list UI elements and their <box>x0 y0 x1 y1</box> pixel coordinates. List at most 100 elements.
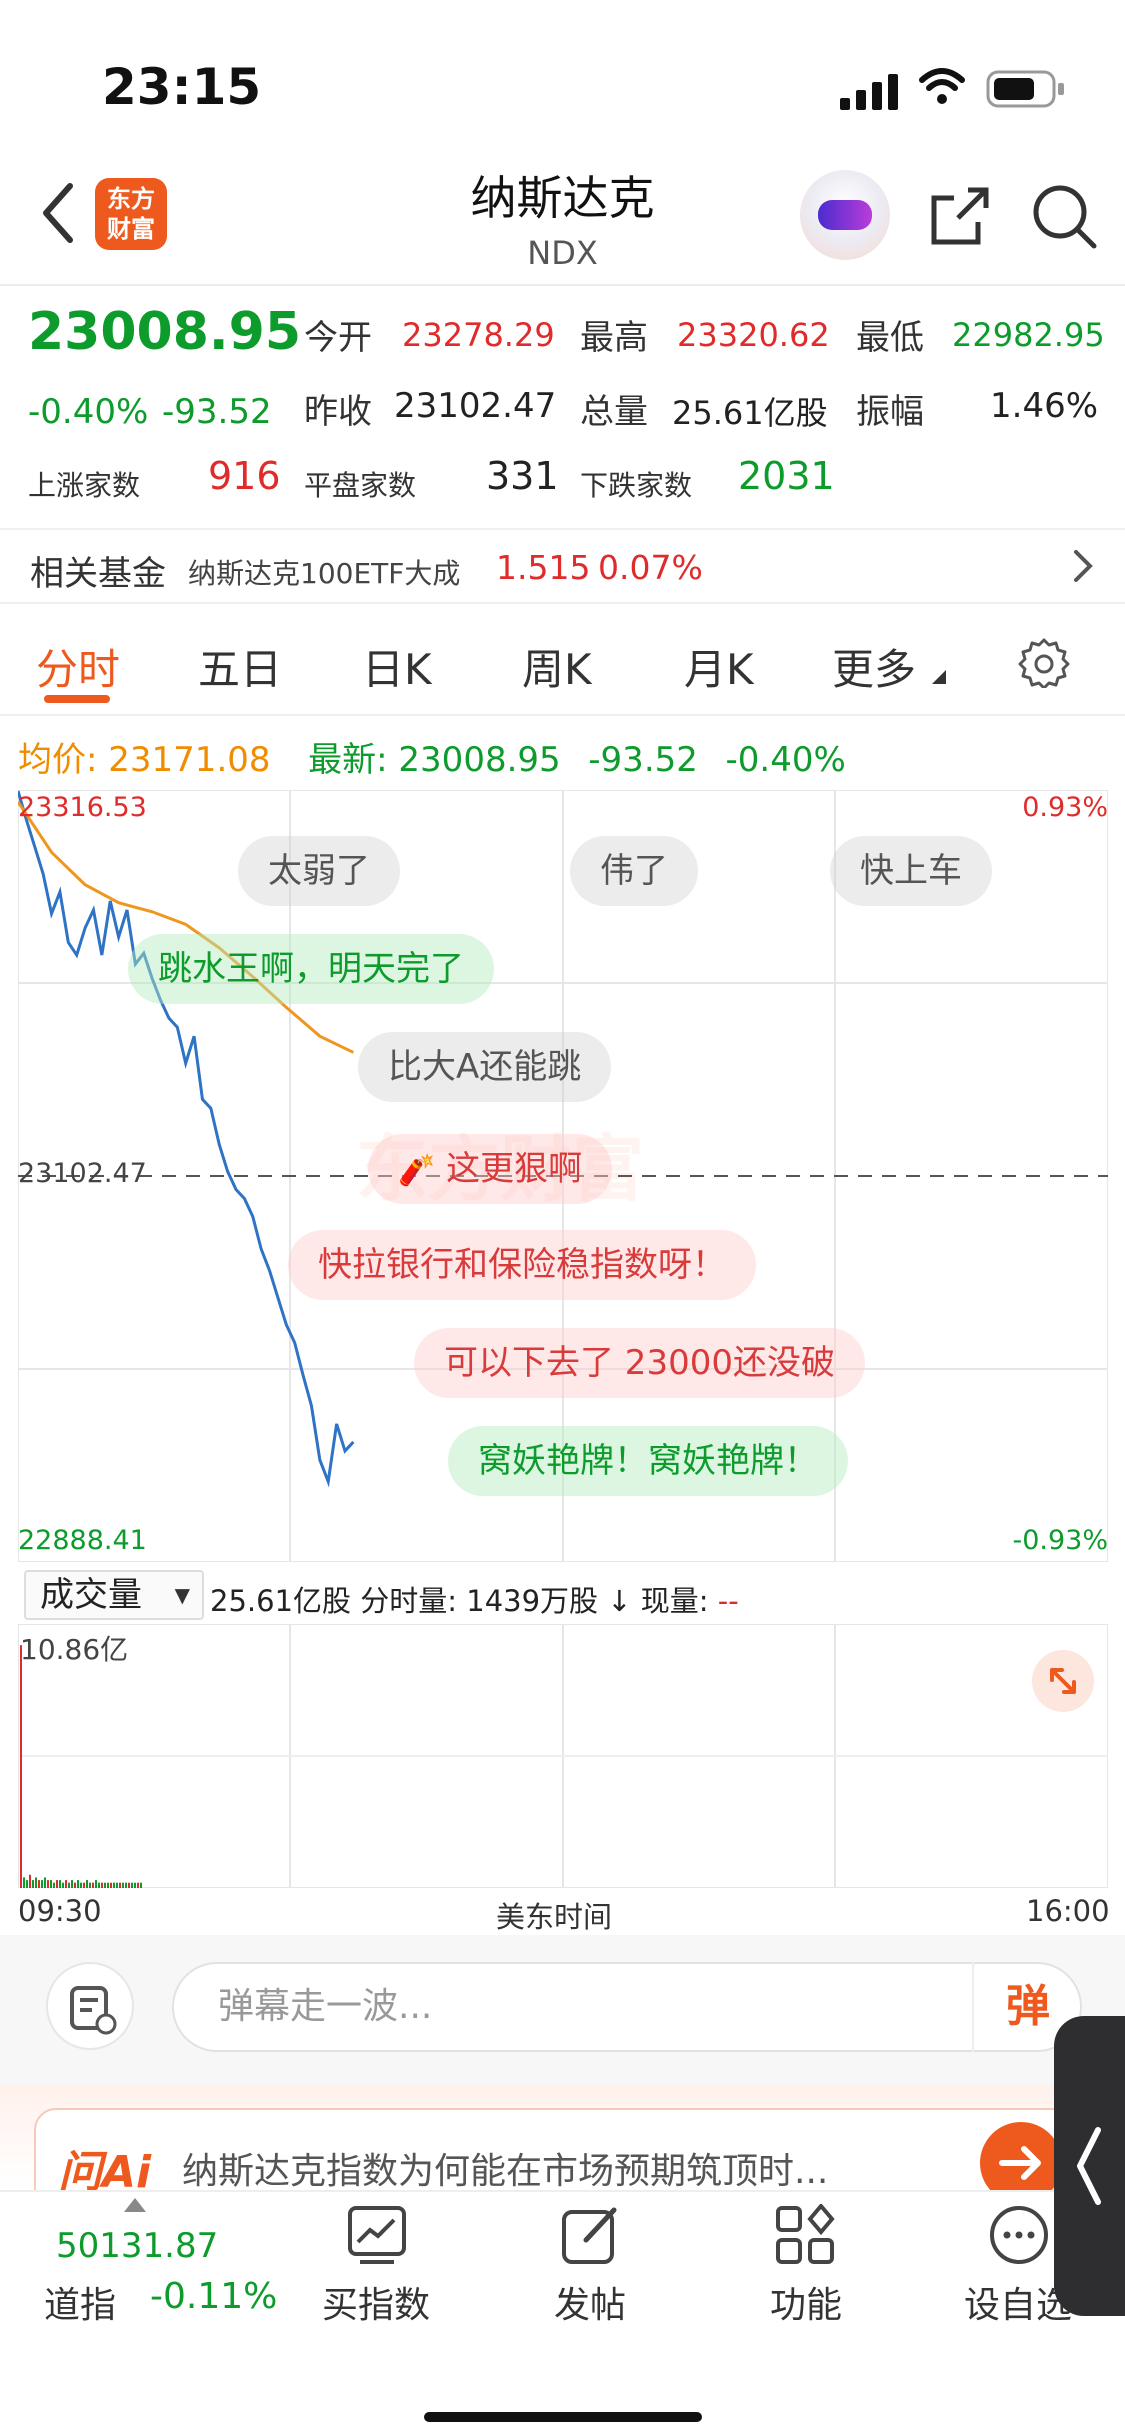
down-count-label: 下跌家数 <box>580 469 693 502</box>
prev-close-value: 23102.47 <box>394 386 557 426</box>
open-label: 今开 <box>304 318 372 358</box>
volume-bar <box>50 1880 52 1888</box>
nav-buy-index[interactable]: 买指数 <box>322 2276 430 2328</box>
danmu-input[interactable]: 弹幕走一波... <box>172 1962 1082 2052</box>
avg-price-row: 均价: 23171.08 最新: 23008.95 -93.52 -0.40% <box>18 732 846 781</box>
volume-bar <box>98 1882 100 1888</box>
avg-value: 23171.08 <box>108 740 271 780</box>
low-value: 22982.95 <box>952 316 1105 354</box>
settings-gear-icon[interactable] <box>1018 636 1070 688</box>
danmu-message[interactable]: 快拉银行和保险稳指数呀！ <box>288 1230 756 1300</box>
flat-count-label: 平盘家数 <box>304 469 417 502</box>
up-count: 916 <box>208 454 281 498</box>
chevron-left-icon <box>1077 2127 1101 2205</box>
volume-bar <box>119 1882 121 1888</box>
volume-bar <box>26 1880 28 1888</box>
volume-max-label: 10.86亿 <box>20 1633 129 1666</box>
amplitude-value: 1.46% <box>990 386 1099 426</box>
danmu-message[interactable]: 太弱了 <box>238 836 400 906</box>
volume-bar <box>107 1882 109 1888</box>
volume-bar <box>71 1880 73 1888</box>
volume-bar <box>41 1880 43 1888</box>
bottom-price-label: 22888.41 <box>18 1525 147 1556</box>
danmu-message[interactable]: 窝妖艳牌！窝妖艳牌！ <box>448 1426 848 1496</box>
danmu-message[interactable]: 伟了 <box>570 836 698 906</box>
caret-up-icon <box>124 2198 146 2212</box>
indicator-selector[interactable]: 成交量 ▼ <box>24 1570 204 1620</box>
current-price: 23008.95 <box>28 302 302 362</box>
firecracker-icon: 🧨 <box>398 1153 436 1188</box>
volume-bar <box>38 1880 40 1888</box>
post-edit-icon[interactable] <box>560 2204 622 2266</box>
tab-weekly-k[interactable]: 周K <box>522 636 592 697</box>
volume-bar <box>56 1880 58 1888</box>
volume-bar <box>101 1882 103 1888</box>
chevron-right-icon <box>1074 550 1093 582</box>
volume-bar <box>47 1880 49 1888</box>
volume-bar <box>44 1877 46 1888</box>
fund-label: 相关基金 <box>30 554 166 594</box>
volume-bar <box>128 1882 130 1888</box>
volume-bar <box>32 1880 34 1888</box>
tab-more[interactable]: 更多 <box>832 636 916 697</box>
volume-bar <box>68 1882 70 1888</box>
time-axis-label: 美东时间 <box>496 1900 613 1934</box>
volume-bar <box>23 1877 25 1888</box>
volume-bar <box>80 1882 82 1888</box>
latest-change: -93.52 <box>588 740 698 780</box>
search-icon[interactable] <box>1030 182 1098 250</box>
status-time: 23:15 <box>102 58 262 116</box>
low-label: 最低 <box>856 318 924 358</box>
volume-bar <box>125 1882 127 1888</box>
tab-intraday[interactable]: 分时 <box>36 636 120 697</box>
time-start: 09:30 <box>18 1894 102 1928</box>
volume-bar <box>62 1882 64 1888</box>
danmu-message[interactable]: 比大A还能跳 <box>358 1032 612 1102</box>
danmu-message[interactable]: 可以下去了 23000还没破 <box>414 1328 865 1398</box>
danmu-message[interactable]: 快上车 <box>830 836 992 906</box>
buy-index-icon[interactable] <box>346 2204 408 2266</box>
tab-five-day[interactable]: 五日 <box>198 636 282 697</box>
tab-daily-k[interactable]: 日K <box>362 636 432 697</box>
intraday-chart[interactable]: 东方财富 23316.53 0.93% 23102.47 22888.41 -0… <box>18 790 1108 1562</box>
fund-price: 1.515 <box>496 548 591 587</box>
top-pct-label: 0.93% <box>1022 792 1108 823</box>
prev-close-label: 昨收 <box>304 392 372 432</box>
volume-bar <box>89 1882 91 1888</box>
dow-index-pct: -0.11% <box>150 2276 278 2317</box>
note-button[interactable] <box>46 1962 134 2050</box>
volume-info: 25.61亿股 分时量: 1439万股 ↓ 现量: -- <box>210 1584 739 1618</box>
volume-bar <box>137 1882 139 1888</box>
amplitude-label: 振幅 <box>856 392 924 432</box>
side-drawer-handle[interactable] <box>1054 2016 1125 2316</box>
nav-post[interactable]: 发帖 <box>554 2276 626 2328</box>
volume-bar <box>53 1882 55 1888</box>
high-value: 23320.62 <box>677 316 830 354</box>
functions-grid-icon[interactable] <box>774 2204 836 2266</box>
danmu-message[interactable]: 🧨 这更狠啊 <box>368 1134 613 1204</box>
more-options-icon[interactable] <box>988 2204 1050 2266</box>
latest-pct: -0.40% <box>725 740 846 780</box>
tab-monthly-k[interactable]: 月K <box>684 636 754 697</box>
volume-bar <box>35 1877 37 1888</box>
active-tab-indicator <box>44 695 110 703</box>
battery-icon <box>986 70 1064 108</box>
expand-icon[interactable] <box>1032 1650 1094 1712</box>
up-count-label: 上涨家数 <box>28 469 141 502</box>
share-icon[interactable] <box>928 184 992 248</box>
ai-question-text: 纳斯达克指数为何能在市场预期筑顶时... <box>182 2151 829 2192</box>
volume-label: 总量 <box>580 392 648 432</box>
volume-chart[interactable]: 10.86亿 <box>18 1624 1108 1888</box>
dow-index-name[interactable]: 道指 <box>44 2276 116 2328</box>
volume-bar <box>122 1882 124 1888</box>
time-end: 16:00 <box>1026 1894 1110 1928</box>
danmu-message[interactable]: 跳水王啊，明天完了 <box>128 934 494 1004</box>
volume-bar <box>131 1882 133 1888</box>
dow-index-value[interactable]: 50131.87 <box>56 2226 218 2266</box>
down-count: 2031 <box>738 454 835 498</box>
home-indicator <box>424 2412 702 2422</box>
header-divider <box>0 284 1125 286</box>
volume-bar <box>74 1882 76 1888</box>
nav-functions[interactable]: 功能 <box>770 2276 842 2328</box>
volume-bar <box>29 1874 31 1888</box>
